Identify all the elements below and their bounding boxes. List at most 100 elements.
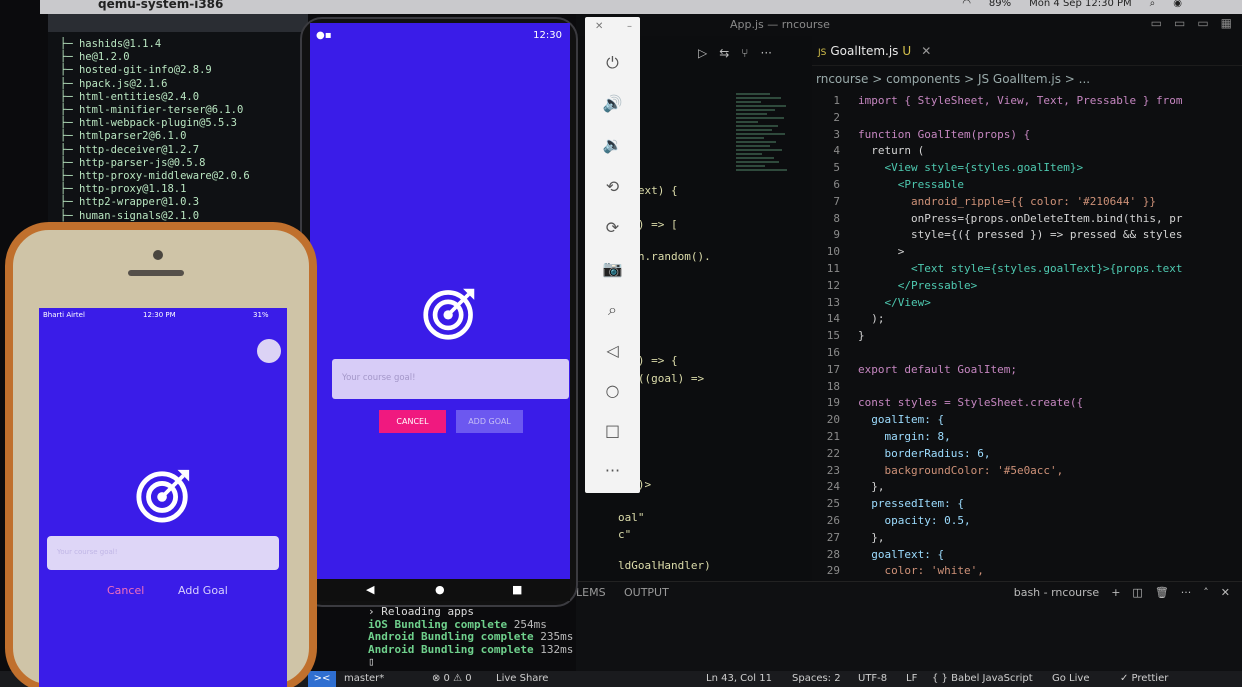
line-number: 23 bbox=[826, 463, 840, 477]
branch-status[interactable]: master* bbox=[344, 673, 384, 684]
code-line: 11 <Text style={styles.goalText}>{props.… bbox=[812, 262, 1183, 279]
remote-icon[interactable]: >< bbox=[308, 671, 336, 687]
npm-tree-output: ├─ hashids@1.1.4 ├─ he@1.2.0 ├─ hosted-g… bbox=[60, 38, 250, 222]
code-line: 6 <Pressable bbox=[812, 178, 964, 195]
line-number: 20 bbox=[826, 413, 840, 427]
code-text: opacity: 0.5, bbox=[858, 514, 971, 527]
close-tab-icon[interactable]: ✕ bbox=[921, 44, 931, 58]
line-number: 1 bbox=[833, 94, 840, 107]
close-emulator-icon[interactable]: ✕ bbox=[595, 21, 603, 32]
nav-recents-icon[interactable]: ■ bbox=[512, 583, 522, 596]
volume-down-icon[interactable]: 🔉 bbox=[585, 135, 640, 154]
ios-carrier: Bharti Airtel bbox=[43, 311, 85, 319]
eol-status[interactable]: LF bbox=[906, 673, 917, 684]
goal-input[interactable]: Your course goal! bbox=[332, 359, 569, 399]
golive-status[interactable]: Go Live bbox=[1052, 673, 1089, 684]
assistive-touch-button[interactable] bbox=[257, 339, 281, 363]
tab-label: GoalItem.js bbox=[830, 44, 899, 58]
problems-status[interactable]: ⊗ 0 ⚠ 0 bbox=[432, 673, 472, 684]
tab-problems[interactable]: LEMS bbox=[576, 586, 606, 599]
minimap[interactable] bbox=[736, 91, 792, 281]
code-line: 7 android_ripple={{ color: '#210644' }} bbox=[812, 195, 1156, 212]
terminal-window[interactable]: ├─ hashids@1.1.4 ├─ he@1.2.0 ├─ hosted-g… bbox=[48, 14, 308, 244]
language-status[interactable]: { } Babel JavaScript bbox=[932, 673, 1033, 684]
rotate-left-icon[interactable]: ⟲ bbox=[585, 177, 640, 196]
zoom-icon[interactable]: ⌕ bbox=[585, 300, 640, 320]
more-actions-icon[interactable]: ··· bbox=[761, 46, 772, 60]
maximize-panel-icon[interactable]: ˄ bbox=[1203, 586, 1209, 599]
nav-home-icon[interactable]: ● bbox=[435, 583, 445, 596]
cursor-position[interactable]: Ln 43, Col 11 bbox=[706, 673, 772, 684]
nav-back-icon[interactable]: ◀ bbox=[366, 583, 374, 596]
code-text: <View style={styles.goalItem}> bbox=[858, 161, 1084, 175]
control-center-icon[interactable]: ◉ bbox=[1173, 0, 1182, 9]
goal-input[interactable]: Your course goal! bbox=[47, 536, 279, 570]
new-terminal-icon[interactable]: + bbox=[1111, 586, 1120, 599]
code-text: > bbox=[858, 245, 905, 259]
prettier-status[interactable]: ✓ Prettier bbox=[1120, 673, 1168, 684]
code-line: 14 ); bbox=[812, 312, 885, 329]
toggle-sidebar-icon[interactable]: ▭ bbox=[1151, 16, 1162, 30]
android-nav-bar: ◀ ● ■ bbox=[310, 579, 570, 601]
line-number: 24 bbox=[826, 480, 840, 494]
line-number: 7 bbox=[833, 194, 840, 208]
power-icon[interactable]: ⏻ bbox=[585, 53, 640, 73]
line-number: 9 bbox=[833, 228, 840, 242]
code-text: }, bbox=[858, 480, 885, 494]
tab-goalitem[interactable]: JS GoalItem.js U ✕ bbox=[812, 36, 962, 66]
volume-up-icon[interactable]: 🔊 bbox=[585, 94, 640, 113]
add-goal-button[interactable]: ADD GOAL bbox=[456, 410, 523, 433]
code-line: 19 const styles = StyleSheet.create({ bbox=[812, 396, 1083, 413]
trash-icon[interactable]: 🗑 bbox=[1155, 586, 1169, 599]
customize-layout-icon[interactable]: ▦ bbox=[1221, 16, 1232, 30]
code-line: 22 borderRadius: 6, bbox=[812, 446, 991, 464]
overview-icon[interactable]: □ bbox=[585, 421, 640, 440]
compare-icon[interactable]: ⇆ bbox=[719, 46, 729, 60]
code-line: 16 bbox=[812, 346, 858, 363]
minimize-emulator-icon[interactable]: – bbox=[627, 21, 632, 32]
terminal-cursor: ▯ bbox=[368, 655, 375, 668]
liveshare-status[interactable]: Live Share bbox=[496, 673, 548, 684]
split-terminal-icon[interactable]: ◫ bbox=[1132, 586, 1142, 599]
line-number: 27 bbox=[826, 530, 840, 544]
run-icon[interactable]: ▷ bbox=[698, 46, 707, 60]
code-fragment: ldGoalHandler) bbox=[618, 559, 711, 572]
ios-clock: 12:30 PM bbox=[143, 311, 176, 319]
ios-status-bar: Bharti Airtel 12:30 PM 31% bbox=[39, 308, 287, 322]
source-control-icon[interactable]: ⑂ bbox=[741, 46, 748, 60]
toggle-secondary-icon[interactable]: ▭ bbox=[1197, 16, 1208, 30]
menu-clock[interactable]: Mon 4 Sep 12:30 PM bbox=[1029, 0, 1132, 9]
cancel-button[interactable]: CANCEL bbox=[379, 410, 446, 433]
home-icon[interactable]: ○ bbox=[585, 381, 640, 400]
tab-output[interactable]: OUTPUT bbox=[624, 586, 669, 599]
code-editor[interactable]: 1 import { StyleSheet, View, Text, Pressa… bbox=[812, 92, 1242, 582]
wifi-icon[interactable]: ◠ bbox=[962, 0, 971, 9]
rotate-right-icon[interactable]: ⟳ bbox=[585, 218, 640, 237]
back-icon[interactable]: ◁ bbox=[585, 341, 640, 360]
breadcrumb[interactable]: rncourse > components > JS GoalItem.js >… bbox=[816, 72, 1090, 86]
code-text: borderRadius: 6, bbox=[858, 446, 991, 460]
more-options-icon[interactable]: ··· bbox=[585, 461, 640, 480]
cancel-button[interactable]: Cancel bbox=[107, 584, 144, 597]
code-fragment: oal" bbox=[618, 511, 645, 524]
battery-percent[interactable]: 89% bbox=[989, 0, 1011, 9]
more-icon[interactable]: ··· bbox=[1181, 586, 1192, 599]
code-line: 9 style={({ pressed }) => pressed && sty… bbox=[812, 228, 1182, 245]
camera-icon[interactable]: 📷 bbox=[585, 259, 640, 278]
code-text: } bbox=[858, 329, 865, 343]
add-goal-button[interactable]: Add Goal bbox=[178, 584, 228, 597]
close-panel-icon[interactable]: ✕ bbox=[1221, 586, 1230, 599]
search-icon[interactable]: ⌕ bbox=[1150, 0, 1156, 9]
menu-app-name[interactable]: qemu-system-i386 bbox=[98, 0, 223, 11]
indent-status[interactable]: Spaces: 2 bbox=[792, 673, 841, 684]
toggle-panel-icon[interactable]: ▭ bbox=[1174, 16, 1185, 30]
code-line: 28 goalText: { bbox=[812, 548, 944, 565]
line-number: 10 bbox=[826, 245, 840, 259]
line-number: 11 bbox=[826, 262, 840, 275]
code-text: pressedItem: { bbox=[858, 497, 964, 511]
terminal-name[interactable]: bash - rncourse bbox=[1014, 586, 1099, 599]
line-number: 8 bbox=[833, 211, 840, 225]
terminal-output[interactable]: › Reloading apps iOS Bundling complete 25… bbox=[368, 605, 573, 669]
encoding-status[interactable]: UTF-8 bbox=[858, 673, 887, 684]
code-line: 18 bbox=[812, 380, 858, 397]
